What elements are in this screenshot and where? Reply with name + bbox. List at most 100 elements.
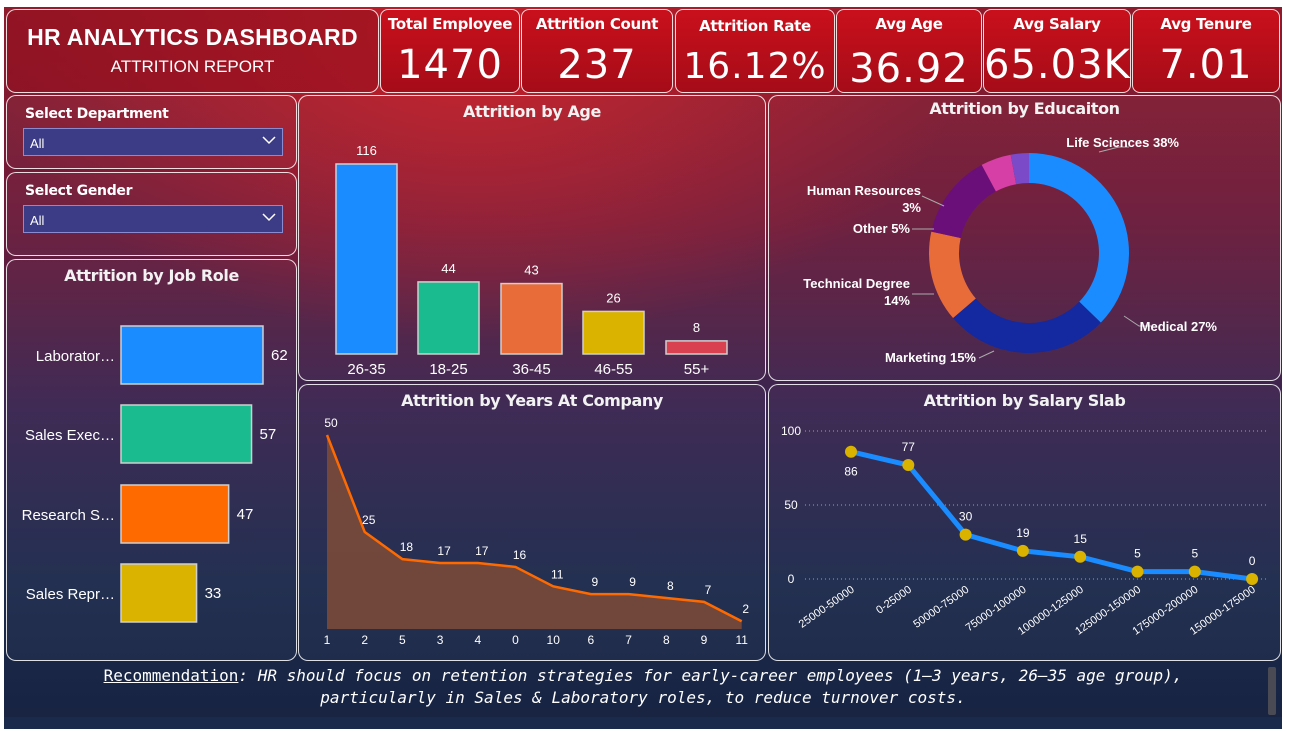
department-dropdown[interactable]: All (23, 128, 283, 156)
recommendation-label: Recommendation (103, 666, 239, 685)
chevron-down-icon (262, 136, 276, 145)
gender-dropdown-value: All (30, 213, 45, 228)
years-point-label: 17 (437, 544, 451, 558)
job-role-bar (120, 325, 264, 385)
page-subtitle: ATTRITION REPORT (110, 57, 275, 76)
age-chart-card: Attrition by Age 116 26-35 44 18-25 43 36-45 2… (298, 95, 766, 381)
salary-point-label: 86 (844, 465, 858, 479)
age-chart: 116 26-35 44 18-25 43 36-45 26 46-55 8 55+ (335, 143, 728, 378)
salary-point-label: 15 (1074, 532, 1088, 546)
salary-point-label: 0 (1249, 554, 1256, 568)
job-role-bar (120, 484, 230, 544)
age-category-label: 36-45 (512, 361, 550, 378)
years-category-label: 5 (399, 633, 406, 647)
job-role-category-label: Sales Exec… (25, 427, 115, 444)
age-category-label: 26-35 (347, 361, 385, 378)
kpi-label: Total Employee (387, 15, 513, 33)
age-bar-value: 8 (693, 320, 700, 335)
education-donut-slice (953, 298, 1101, 354)
job-role-category-label: Laborator… (36, 348, 115, 365)
salary-y-tick: 50 (784, 498, 798, 512)
age-bar-value: 43 (524, 263, 538, 278)
education-slice-label: Marketing 15% (885, 350, 976, 365)
kpi-avg-salary[interactable]: Avg Salary 65.03K (983, 9, 1131, 93)
job-role-bar-value: 62 (271, 347, 288, 364)
job-role-bar (120, 563, 198, 623)
recommendation-line-2: particularly in Sales & Laboratory roles… (320, 688, 966, 707)
department-dropdown-value: All (30, 136, 45, 151)
years-point-label: 25 (362, 513, 376, 527)
education-chart-card: Attrition by Educaiton Life Sciences 38%… (768, 95, 1281, 381)
age-bar (335, 163, 398, 355)
years-point-label: 16 (513, 548, 527, 562)
years-category-label: 10 (547, 633, 561, 647)
salary-point-label: 5 (1191, 547, 1198, 561)
salary-point (959, 528, 972, 541)
education-leader-line (978, 350, 995, 359)
header-card: HR ANALYTICS DASHBOARD ATTRITION REPORT (6, 9, 379, 93)
salary-category-label: 0-25000 (874, 584, 914, 617)
age-bar (500, 282, 563, 355)
recommendation-text: Recommendation: HR should focus on reten… (4, 665, 1282, 715)
bottom-bar (4, 717, 1282, 729)
years-category-label: 0 (512, 633, 519, 647)
age-bar (417, 281, 480, 355)
dashboard-canvas: HR ANALYTICS DASHBOARD ATTRITION REPORT … (4, 7, 1282, 729)
age-bar-value: 116 (356, 143, 377, 158)
salary-point (1131, 565, 1144, 578)
age-category-label: 18-25 (429, 361, 467, 378)
salary-y-tick: 0 (788, 572, 795, 586)
salary-point (1246, 573, 1259, 585)
recommendation-scrollbar[interactable] (1268, 667, 1276, 715)
kpi-avg-age[interactable]: Avg Age 36.92 (836, 9, 982, 93)
salary-point (1188, 565, 1201, 578)
job-role-bar (120, 404, 253, 464)
years-point-label: 2 (742, 602, 749, 616)
years-point-label: 50 (324, 416, 338, 430)
years-point-label: 7 (705, 583, 712, 597)
years-category-label: 6 (588, 633, 595, 647)
education-slice-label: Life Sciences 38% (1066, 135, 1179, 150)
kpi-label: Avg Salary (1013, 15, 1101, 33)
kpi-avg-tenure[interactable]: Avg Tenure 7.01 (1132, 9, 1280, 93)
salary-category-label: 50000-75000 (911, 584, 971, 631)
years-category-label: 1 (324, 633, 331, 647)
job-role-category-label: Research S… (22, 507, 115, 524)
education-slice-label: Medical 27% (1140, 319, 1218, 334)
kpi-label: Avg Tenure (1160, 15, 1252, 33)
kpi-attrition-rate[interactable]: Attrition Rate 16.12% (675, 9, 835, 93)
age-bar-value: 26 (606, 290, 620, 305)
kpi-label: Attrition Count (535, 15, 659, 33)
salary-point-label: 19 (1016, 526, 1030, 540)
salary-chart: 0501008625000-50000770-250003050000-7500… (781, 424, 1269, 638)
job-role-bar-value: 57 (260, 426, 277, 443)
kpi-value: 237 (557, 42, 637, 88)
salary-point-label: 5 (1134, 547, 1141, 561)
years-category-label: 2 (361, 633, 368, 647)
kpi-attrition-count[interactable]: Attrition Count 237 (521, 9, 673, 93)
salary-chart-card: Attrition by Salary Slab 0 50 100 86 25000-5… (768, 384, 1281, 661)
job-role-chart: 62 Laborator… 57 Sales Exec… 47 Research S… 33… (22, 325, 288, 623)
years-point-label: 9 (592, 575, 599, 589)
years-category-label: 7 (625, 633, 632, 647)
salary-point (902, 459, 915, 472)
education-leader-line (921, 195, 945, 207)
education-chart: Life Sciences 38% Medical 27% Marketing 15… (803, 135, 1218, 365)
gender-dropdown[interactable]: All (23, 205, 283, 233)
job-role-category-label: Sales Repr… (26, 586, 115, 603)
salary-y-tick: 100 (781, 424, 801, 438)
years-category-label: 11 (735, 633, 748, 647)
years-category-label: 4 (474, 633, 481, 647)
kpi-value: 65.03K (984, 42, 1131, 88)
years-point-label: 17 (475, 544, 489, 558)
recommendation-line-1: : HR should focus on retention strategie… (238, 666, 1183, 685)
job-role-bar-value: 47 (237, 506, 254, 523)
kpi-total-employee[interactable]: Total Employee 1470 (380, 9, 520, 93)
job-role-bar-value: 33 (205, 585, 222, 602)
years-point-label: 9 (629, 575, 636, 589)
age-bar-value: 44 (441, 261, 455, 276)
kpi-label: Avg Age (875, 15, 943, 33)
education-slice-label: Other 5% (853, 221, 911, 236)
education-slice-label: 3% (902, 200, 921, 215)
salary-point-label: 77 (902, 440, 916, 454)
